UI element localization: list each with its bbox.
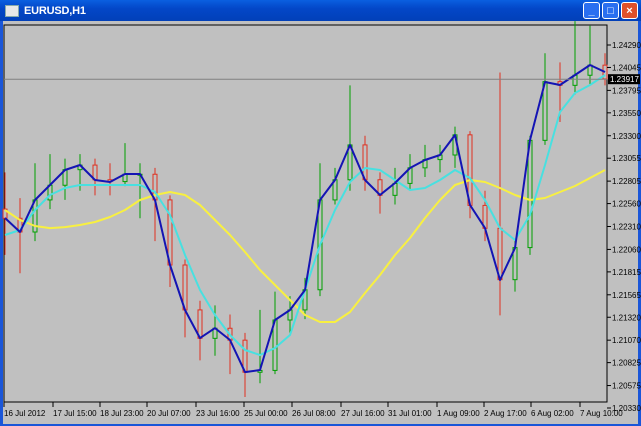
x-tick-label: 25 Jul 00:00 [244,409,288,418]
x-tick-label: 17 Jul 15:00 [53,409,97,418]
y-tick-label: 1.22310 [612,223,641,232]
y-tick-label: 1.23300 [612,132,641,141]
plot-area [3,24,608,403]
y-tick-label: 1.22560 [612,200,641,209]
y-tick-label: 1.20825 [612,359,641,368]
y-tick-label: 1.23795 [612,86,641,95]
y-tick-label: 1.24045 [612,63,641,72]
x-tick-label: 20 Jul 07:00 [147,409,191,418]
x-tick-label: 27 Jul 16:00 [341,409,385,418]
y-tick-label: 1.23055 [612,154,641,163]
x-tick-label: 6 Aug 02:00 [531,409,574,418]
price-chart[interactable]: 1.24290 1.24045 1.23795 1.23550 1.23300 1.230… [0,0,641,426]
minimize-button[interactable]: _ [583,2,600,19]
close-button[interactable]: × [621,2,638,19]
window-title: EURUSD,H1 [24,4,86,17]
y-tick-label: 1.22060 [612,245,641,254]
x-tick-label: 7 Aug 10:00 [580,409,623,418]
x-tick-label: 18 Jul 23:00 [100,409,144,418]
chart-window-icon [5,4,19,17]
x-tick-label: 1 Aug 09:00 [437,409,480,418]
x-tick-label: 16 Jul 2012 [4,409,46,418]
y-tick-label: 1.21320 [612,313,641,322]
x-tick-label: 2 Aug 17:00 [484,409,527,418]
x-tick-label: 26 Jul 08:00 [292,409,336,418]
maximize-button[interactable]: □ [602,2,619,19]
x-tick-label: 31 Jul 01:00 [388,409,432,418]
y-tick-label: 1.20575 [612,382,641,391]
title-bar: EURUSD,H1 _ □ × [0,0,641,21]
current-price-label: 1.23917 [608,74,640,85]
current-price-text: 1.23917 [610,75,639,84]
y-tick-label: 1.21070 [612,336,641,345]
y-tick-label: 1.23550 [612,109,641,118]
y-tick-label: 1.21815 [612,268,641,277]
x-tick-label: 23 Jul 16:00 [196,409,240,418]
y-tick-label: 1.22805 [612,177,641,186]
y-tick-label: 1.24290 [612,41,641,50]
y-tick-label: 1.21565 [612,291,641,300]
